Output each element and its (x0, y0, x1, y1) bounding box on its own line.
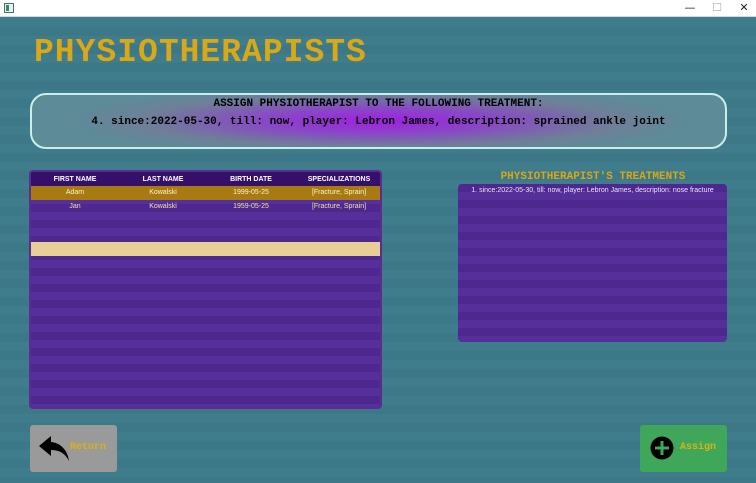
physiotherapists-table[interactable]: FIRST NAME LAST NAME BIRTH DATE SPECIALI… (29, 170, 382, 409)
table-row[interactable]: Adam Kowalski 1999-05-25 [Fracture, Spra… (31, 186, 380, 200)
empty-row-highlight[interactable] (31, 242, 380, 256)
maximize-button[interactable]: ☐ (703, 0, 731, 17)
treatments-list[interactable]: 1. since:2022-05-30, till: now, player: … (458, 184, 727, 342)
assign-button[interactable]: Assign (640, 425, 727, 472)
treatment-banner: ASSIGN PHYSIOTHERAPIST TO THE FOLLOWING … (30, 93, 727, 149)
table-row[interactable]: Jan Kowalski 1959-05-25 [Fracture, Sprai… (31, 200, 380, 214)
plus-circle-icon (650, 436, 674, 460)
cell-specializations: [Fracture, Sprain] (311, 203, 367, 210)
window-titlebar: — ☐ ✕ (0, 0, 756, 17)
page-title: PHYSIOTHERAPISTS (34, 34, 367, 71)
cell-first-name: Jan (69, 203, 81, 210)
banner-treatment-detail: 4. since:2022-05-30, till: now, player: … (91, 116, 666, 128)
cell-first-name: Adam (65, 189, 85, 196)
banner-heading: ASSIGN PHYSIOTHERAPIST TO THE FOLLOWING … (213, 98, 544, 110)
cell-birth-date: 1959-05-25 (233, 203, 269, 210)
close-button[interactable]: ✕ (730, 0, 756, 17)
cell-last-name: Kowalski (149, 189, 177, 196)
return-button[interactable]: Return (30, 425, 117, 472)
return-button-label: Return (70, 442, 107, 453)
minimize-button[interactable]: — (676, 0, 704, 17)
list-item[interactable]: 1. since:2022-05-30, till: now, player: … (458, 187, 727, 194)
app-icon (4, 3, 14, 13)
cell-specializations: [Fracture, Sprain] (311, 189, 367, 196)
cell-birth-date: 1999-05-25 (233, 189, 269, 196)
cell-last-name: Kowalski (149, 203, 177, 210)
treatments-title: PHYSIOTHERAPIST'S TREATMENTS (500, 171, 686, 183)
back-arrow-icon (39, 436, 69, 461)
assign-button-label: Assign (680, 442, 717, 453)
